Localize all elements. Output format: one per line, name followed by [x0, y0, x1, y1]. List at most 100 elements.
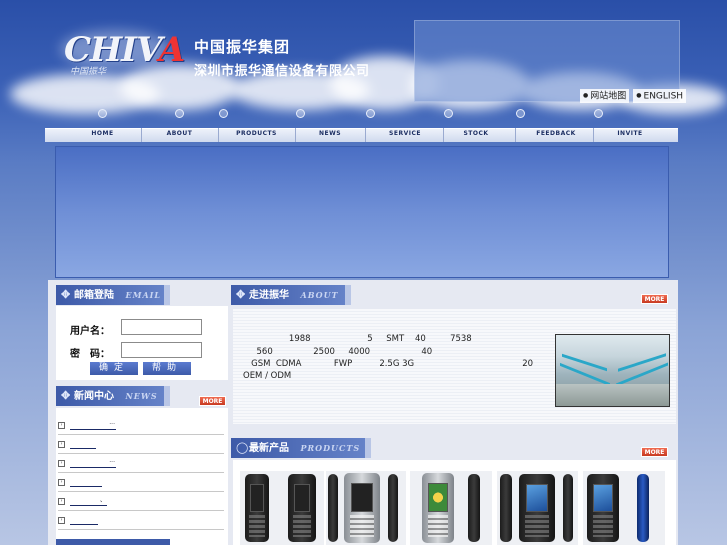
crosshair-icon: ✥ [236, 288, 246, 301]
about-more-button[interactable]: MORE [641, 294, 668, 304]
nav-item-label: PRODUCTS [236, 130, 277, 137]
nav-ornament-icon [296, 109, 305, 118]
nav-ornament-icon [444, 109, 453, 118]
arrow-bullet-icon: › [58, 441, 65, 448]
list-item[interactable]: › [58, 473, 224, 492]
news-item-title [70, 514, 98, 525]
arrow-bullet-icon: › [58, 460, 65, 467]
list-item[interactable]: › [58, 435, 224, 454]
phone-image [288, 474, 316, 542]
list-item[interactable]: ›、 [58, 492, 224, 511]
nav-item-news[interactable]: NEWS [296, 108, 364, 142]
list-item[interactable]: › [58, 511, 224, 530]
password-input[interactable] [121, 342, 202, 358]
nav-item-service[interactable]: SERVICE [366, 108, 444, 142]
about-section-subtitle: ABOUT [300, 290, 339, 300]
phone-image [388, 474, 398, 542]
nav-item-label: ABOUT [166, 130, 193, 137]
product-card[interactable] [410, 471, 492, 545]
sitemap-link[interactable]: ● 网站地图 [580, 89, 630, 103]
crosshair-icon: ✥ [61, 288, 71, 301]
factory-photo[interactable] [555, 334, 670, 407]
about-text-line: 1988 5 SMT 40 7538 [243, 334, 472, 344]
news-item-title: ... [70, 457, 116, 468]
company-group-name: 中国振华集团 [194, 38, 291, 56]
nav-item-feedback[interactable]: FEEDBACK [516, 108, 596, 142]
password-label: 密 码： [70, 349, 110, 360]
nav-item-label: SERVICE [389, 130, 421, 137]
phone-screen [593, 483, 613, 513]
phone-image [422, 473, 454, 543]
arrow-bullet-icon: › [58, 498, 65, 505]
news-section-subtitle: NEWS [125, 391, 158, 401]
nav-item-home[interactable]: HOME [65, 108, 140, 142]
nav-item-label: INVITE [617, 130, 643, 137]
logo-accent-letter: A [158, 30, 185, 70]
arrow-bullet-icon: › [58, 517, 65, 524]
product-card[interactable] [240, 471, 324, 545]
logo-subtext: 中国振华 [70, 67, 107, 77]
products-more-button[interactable]: MORE [641, 447, 668, 457]
nav-ornament-icon [516, 109, 525, 118]
phone-image [344, 473, 380, 543]
next-section-header [56, 539, 170, 545]
product-card[interactable] [326, 471, 406, 545]
about-text-line: GSM CDMA FWP 2.5G 3G 20 [243, 359, 534, 369]
products-section-title: 最新产品 [249, 443, 289, 454]
nav-ornament-icon [219, 109, 228, 118]
ring-icon: ◯ [236, 441, 249, 454]
nav-ornament-icon [175, 109, 184, 118]
nav-item-about[interactable]: ABOUT [142, 108, 217, 142]
factory-floor [556, 384, 669, 406]
phone-image [587, 474, 619, 542]
nav-item-stock[interactable]: STOCK [444, 108, 508, 142]
nav-item-invite[interactable]: INVITE [594, 108, 666, 142]
phone-keypad [592, 514, 614, 537]
phone-screen [293, 483, 311, 513]
phone-keypad [293, 514, 311, 537]
phone-image [468, 474, 480, 542]
list-item[interactable]: ›... [58, 416, 224, 435]
phone-image [637, 474, 649, 542]
product-card[interactable] [583, 471, 665, 545]
product-card[interactable] [497, 471, 578, 545]
email-login-form: 用户名： 密 码： 确定 帮助 [56, 306, 228, 380]
confirm-button[interactable]: 确定 [90, 362, 138, 375]
nav-item-label: NEWS [318, 130, 342, 137]
nav-item-label: FEEDBACK [536, 130, 576, 137]
english-link-label: ENGLISH [643, 91, 684, 102]
news-section-header: ✥ 新闻中心 NEWS [56, 386, 170, 406]
nav-item-label: STOCK [463, 130, 489, 137]
about-text-line: OEM / ODM [243, 371, 292, 381]
phone-keypad [427, 515, 449, 538]
products-section-header: ◯ 最新产品 PRODUCTS [231, 438, 371, 458]
english-link[interactable]: ● ENGLISH [633, 89, 687, 103]
phone-keypad [249, 514, 265, 537]
phone-screen [249, 483, 265, 513]
top-links: ● 网站地图 ● ENGLISH [580, 89, 687, 103]
logo[interactable]: CHIVA 中国振华 [64, 30, 185, 78]
header: CHIVA 中国振华 中国振华集团 深圳市振华通信设备有限公司 ● 网站地图 ● E… [0, 0, 727, 118]
nav-item-label: HOME [91, 130, 114, 137]
news-list: ›... › ›... › ›、 › [56, 408, 228, 545]
username-label: 用户名： [70, 326, 110, 337]
arrow-bullet-icon: › [58, 479, 65, 486]
list-item[interactable]: ›... [58, 454, 224, 473]
username-input[interactable] [121, 319, 202, 335]
phone-keypad [350, 515, 374, 538]
news-item-title [70, 438, 96, 449]
email-section-subtitle: EMAIL [125, 290, 162, 300]
company-full-name: 深圳市振华通信设备有限公司 [194, 64, 370, 79]
news-more-button[interactable]: MORE [199, 396, 226, 406]
help-button[interactable]: 帮助 [143, 362, 191, 375]
phone-image [519, 474, 555, 542]
crosshair-icon: ✥ [61, 389, 71, 402]
nav-ornament-icon [98, 109, 107, 118]
phone-image [500, 474, 512, 542]
news-item-title: 、 [70, 495, 107, 506]
news-item-title: ... [70, 419, 116, 430]
main-nav: HOME ABOUT PRODUCTS NEWS SERVICE STOCK F… [45, 108, 678, 142]
nav-item-products[interactable]: PRODUCTS [219, 108, 294, 142]
phone-screen [428, 482, 448, 513]
about-section-header: ✥ 走进振华 ABOUT [231, 285, 351, 305]
